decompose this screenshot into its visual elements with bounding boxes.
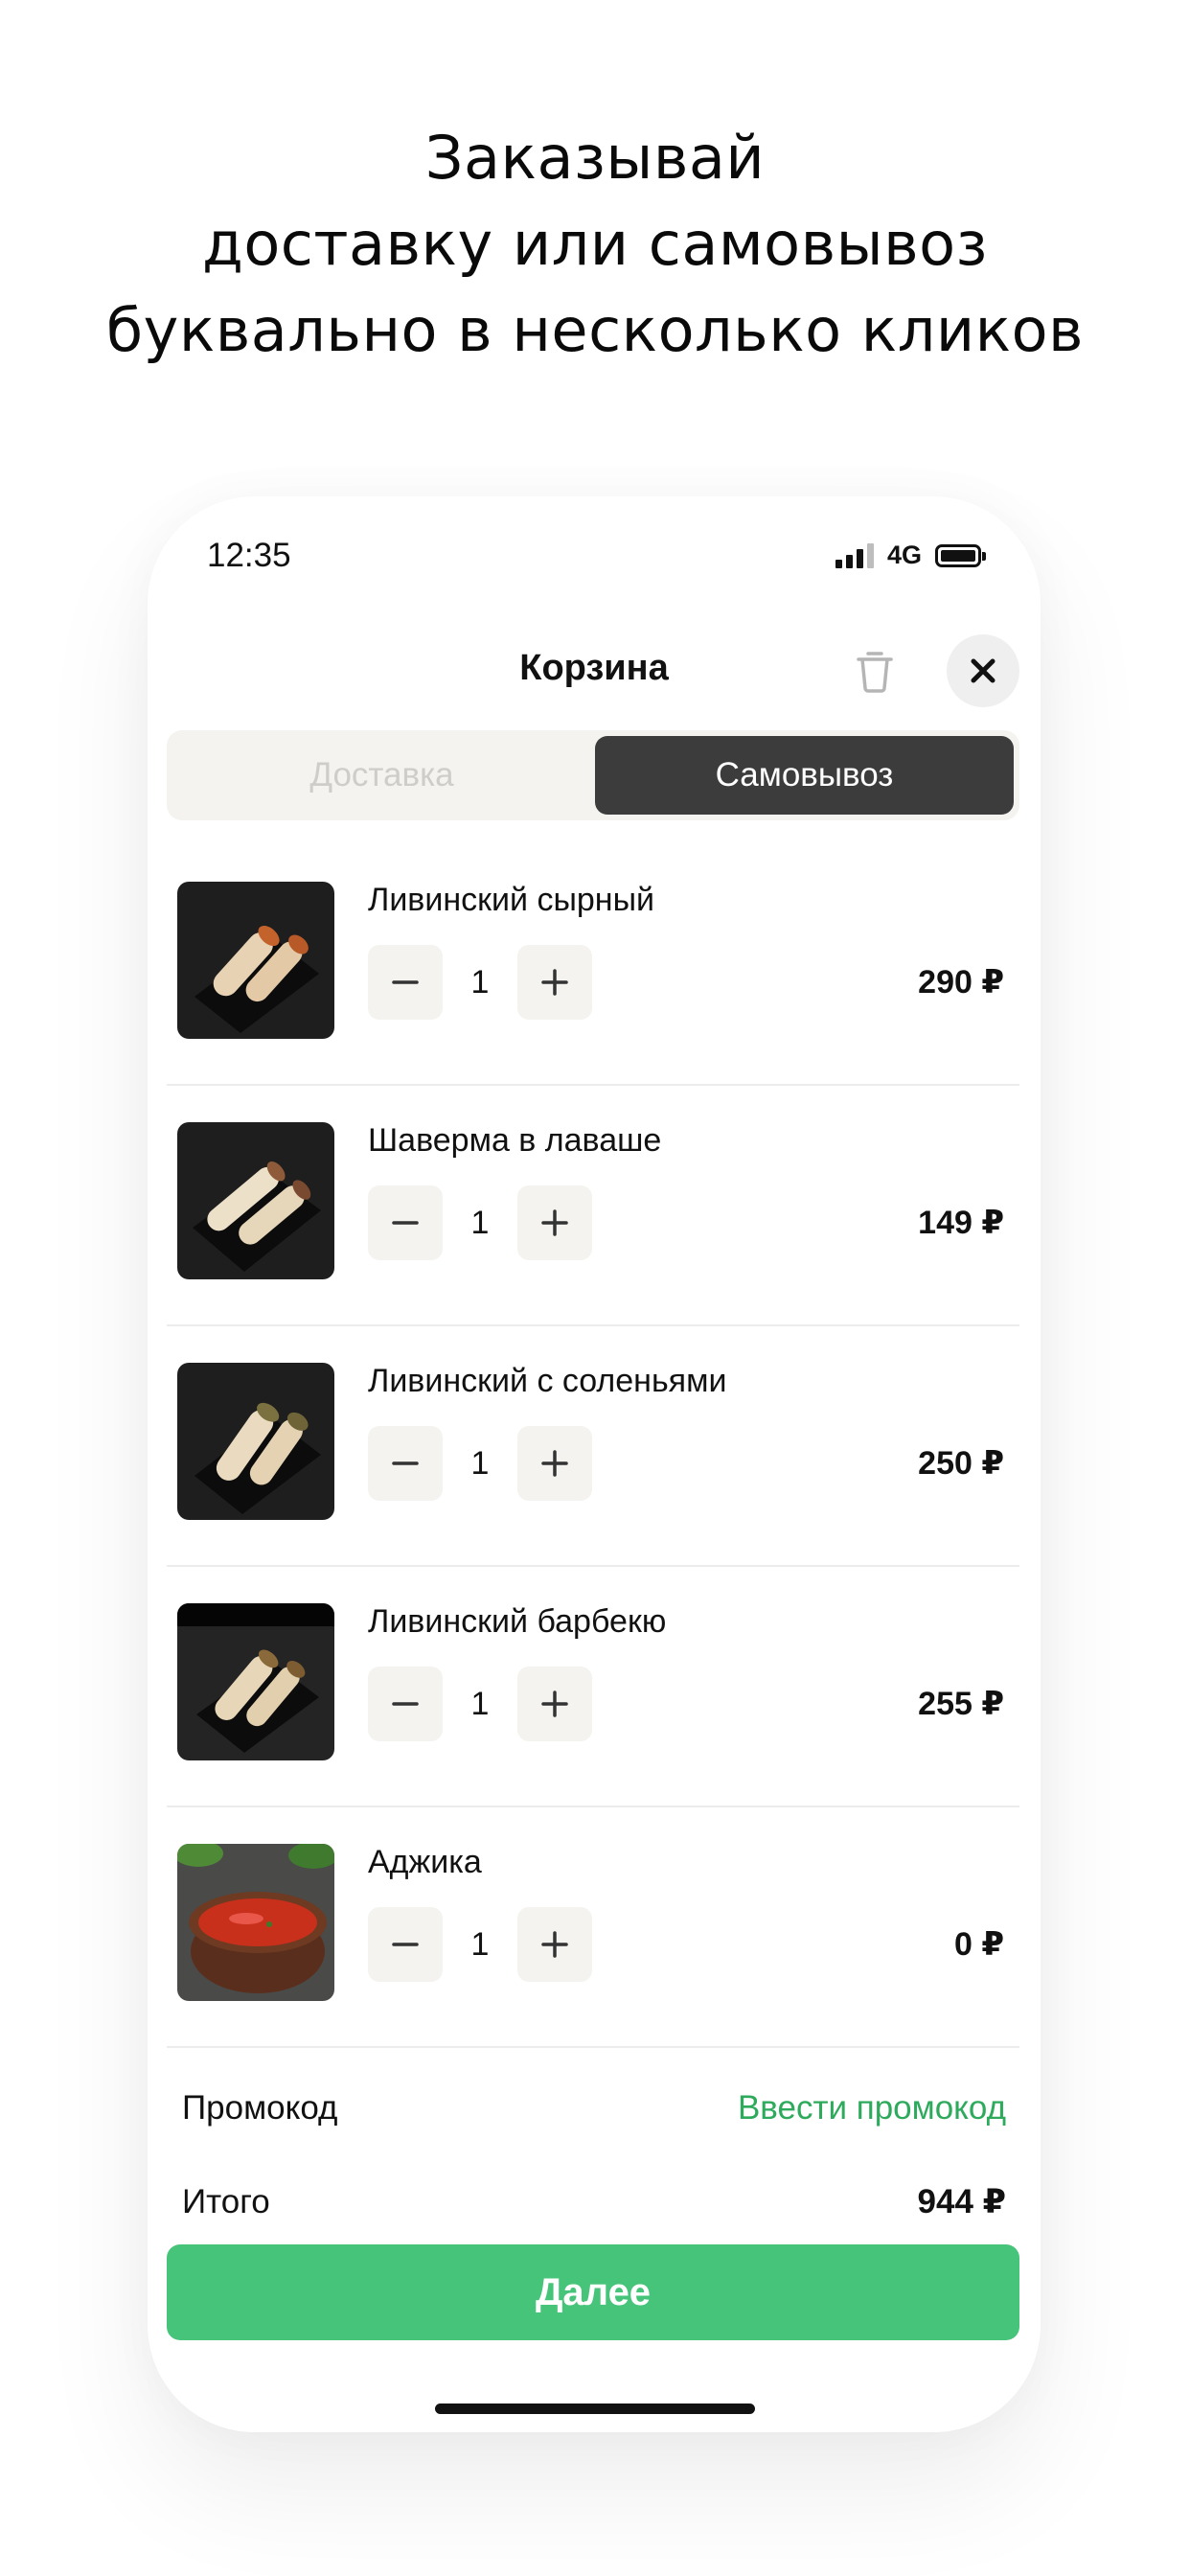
cart-item: Ливинский сырный 1 290 ₽ [167, 845, 1019, 1086]
headline-line: буквально в несколько кликов [105, 295, 1085, 365]
product-image [177, 1363, 334, 1520]
headline-line: Заказывай [424, 123, 766, 193]
minus-icon [392, 1221, 419, 1225]
cart-item: Ливинский с соленьями 1 250 ₽ [167, 1326, 1019, 1567]
plus-icon [541, 969, 568, 996]
plus-icon [541, 1931, 568, 1958]
promo-headline: Заказывай доставку или самовывоз букваль… [0, 115, 1190, 374]
delivery-mode-switch: Доставка Самовывоз [167, 730, 1019, 820]
plus-icon [541, 1690, 568, 1717]
product-price: 149 ₽ [918, 1205, 1004, 1241]
quantity-value: 1 [470, 1685, 490, 1722]
product-price: 250 ₽ [918, 1445, 1004, 1482]
network-type: 4G [886, 540, 922, 569]
product-image [177, 882, 334, 1039]
quantity-value: 1 [470, 1204, 490, 1241]
close-button[interactable] [947, 634, 1019, 707]
product-name: Аджика [368, 1844, 482, 1880]
status-indicators: 4G [835, 540, 986, 570]
close-icon [971, 658, 995, 683]
decrease-button[interactable] [368, 1185, 443, 1260]
page-title: Корзина [519, 648, 669, 688]
status-time: 12:35 [207, 537, 291, 574]
tab-pickup[interactable]: Самовывоз [595, 736, 1014, 815]
minus-icon [392, 1943, 419, 1946]
increase-button[interactable] [517, 1185, 592, 1260]
next-button[interactable]: Далее [167, 2244, 1019, 2340]
product-image [177, 1603, 334, 1760]
phone-frame: 12:35 4G Корзина Доставка Самовывоз Ливи… [148, 496, 1041, 2432]
battery-icon [935, 543, 986, 567]
signal-icon [835, 542, 874, 568]
trash-icon[interactable] [853, 648, 897, 694]
quantity-value: 1 [470, 1444, 490, 1482]
product-price: 255 ₽ [918, 1686, 1004, 1722]
home-indicator [435, 2404, 755, 2414]
increase-button[interactable] [517, 1426, 592, 1501]
total-value: 944 ₽ [917, 2183, 1006, 2220]
decrease-button[interactable] [368, 1426, 443, 1501]
cart-item: Ливинский барбекю 1 255 ₽ [167, 1567, 1019, 1807]
plus-icon [541, 1450, 568, 1477]
increase-button[interactable] [517, 1667, 592, 1741]
product-price: 290 ₽ [918, 964, 1004, 1000]
promo-label: Промокод [182, 2089, 338, 2127]
enter-promo-link[interactable]: Ввести промокод [738, 2089, 1006, 2128]
cart-item: Шаверма в лаваше 1 149 ₽ [167, 1086, 1019, 1326]
total-label: Итого [182, 2183, 270, 2220]
quantity-value: 1 [470, 963, 490, 1000]
increase-button[interactable] [517, 945, 592, 1020]
cart-item: Аджика 1 0 ₽ [167, 1807, 1019, 2048]
plus-icon [541, 1209, 568, 1236]
quantity-value: 1 [470, 1925, 490, 1963]
decrease-button[interactable] [368, 945, 443, 1020]
minus-icon [392, 1702, 419, 1706]
tab-delivery[interactable]: Доставка [172, 736, 591, 815]
decrease-button[interactable] [368, 1667, 443, 1741]
product-name: Ливинский сырный [368, 882, 654, 918]
product-name: Шаверма в лаваше [368, 1122, 662, 1159]
decrease-button[interactable] [368, 1907, 443, 1982]
product-image [177, 1844, 334, 2001]
product-name: Ливинский барбекю [368, 1603, 667, 1640]
headline-line: доставку или самовывоз [201, 209, 989, 279]
minus-icon [392, 1461, 419, 1465]
increase-button[interactable] [517, 1907, 592, 1982]
product-name: Ливинский с соленьями [368, 1363, 727, 1399]
minus-icon [392, 980, 419, 984]
product-price: 0 ₽ [953, 1926, 1004, 1963]
product-image [177, 1122, 334, 1279]
